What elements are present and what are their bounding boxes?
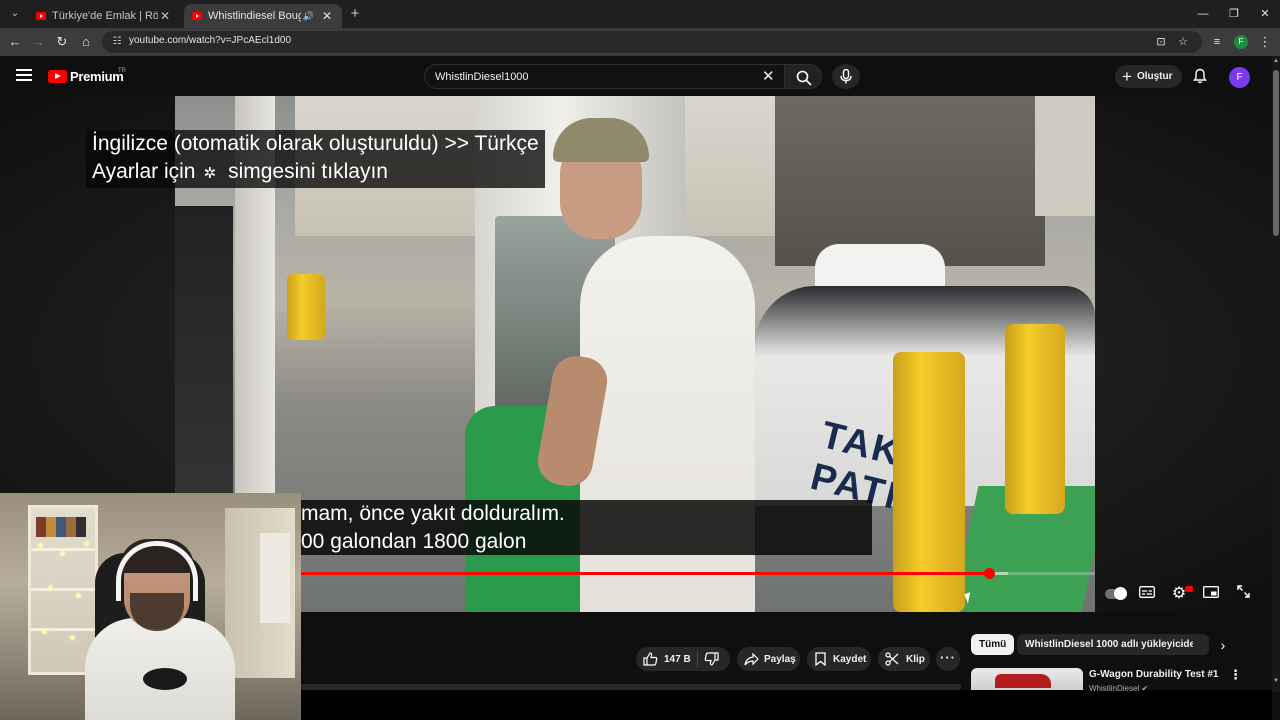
webcam-overlay — [0, 493, 301, 720]
bookmark-star-icon[interactable]: ☆ — [1176, 35, 1190, 49]
speaker-icon[interactable]: 🔊 — [303, 11, 314, 22]
bookmark-icon — [815, 652, 826, 666]
clear-search-icon[interactable]: ✕ — [762, 69, 775, 84]
save-button[interactable]: Kaydet — [807, 647, 871, 671]
close-tab-icon[interactable]: ✕ — [320, 9, 334, 23]
chip-partial[interactable] — [1193, 634, 1201, 655]
like-count: 147 B — [664, 653, 691, 665]
webcam-scene-fairy-light — [60, 551, 65, 556]
site-info-icon[interactable]: ☷ — [110, 35, 124, 49]
recommendation-channel[interactable]: WhistlinDiesel ✔ — [1089, 684, 1148, 693]
subtitles-cc-icon[interactable] — [1136, 585, 1158, 603]
notifications-bell-icon[interactable] — [1192, 68, 1208, 84]
progress-played — [301, 572, 989, 575]
new-tab-button[interactable]: + — [346, 5, 364, 23]
search-input[interactable]: WhistlinDiesel1000 ✕ — [424, 64, 784, 89]
webcam-scene-fairy-light — [76, 593, 81, 598]
thumbnail-red-car — [995, 674, 1051, 688]
plus-icon: + — [1122, 67, 1132, 86]
caption-settings-notice: İngilizce (otomatik olarak oluşturuldu) … — [86, 130, 545, 188]
youtube-favicon-icon — [192, 12, 202, 20]
recommendation-title[interactable]: G-Wagon Durability Test #1 — [1089, 669, 1218, 680]
video-scene-bollard — [1005, 324, 1065, 514]
fullscreen-icon[interactable] — [1232, 585, 1254, 603]
page-bottom-strip — [301, 690, 1272, 720]
chip-all[interactable]: Tümü — [971, 634, 1015, 655]
reload-icon[interactable]: ↻ — [53, 33, 71, 51]
media-control-icon[interactable]: ≡ — [1208, 33, 1226, 51]
microphone-icon — [840, 69, 852, 84]
subtitle-window: mam, önce yakıt dolduralım. 00 galondan … — [301, 500, 872, 555]
like-button[interactable]: 147 B — [636, 652, 691, 666]
share-button[interactable]: Paylaş — [737, 647, 800, 671]
minimize-button[interactable]: — — [1186, 0, 1220, 28]
more-actions-button[interactable]: ··· — [936, 647, 960, 671]
webcam-scene-shirt-logo — [143, 668, 187, 690]
webcam-scene-fairy-light — [42, 629, 47, 634]
search-button[interactable] — [784, 64, 822, 89]
verified-check-icon: ✔ — [1141, 684, 1149, 693]
recommendation-thumbnail[interactable] — [971, 668, 1083, 690]
search-value: WhistlinDiesel1000 — [435, 71, 529, 83]
hd-badge — [1185, 586, 1193, 592]
browser-menu-icon[interactable]: ⋮ — [1256, 33, 1274, 51]
youtube-favicon-icon — [36, 12, 46, 20]
subtitle-line: mam, önce yakıt dolduralım. — [301, 502, 565, 525]
browser-tab-2[interactable]: Whistlindiesel Bought ANOTHER 🔊 ✕ — [184, 4, 342, 28]
video-scene-building — [775, 96, 1045, 266]
search-icon — [796, 70, 812, 86]
clip-button[interactable]: Klip — [878, 647, 930, 671]
webcam-scene-fairy-light — [38, 543, 43, 548]
youtube-logo-icon — [48, 70, 67, 83]
share-arrow-icon — [744, 652, 759, 665]
install-app-icon[interactable]: ⊡ — [1154, 35, 1168, 49]
home-icon[interactable]: ⌂ — [77, 33, 95, 51]
dislike-button[interactable] — [704, 652, 719, 666]
create-button[interactable]: + Oluştur — [1115, 65, 1182, 88]
progress-scrubber[interactable] — [984, 568, 995, 579]
gear-icon: ✲ — [203, 165, 217, 182]
voice-search-button[interactable] — [832, 64, 860, 89]
back-arrow-icon[interactable]: ← — [6, 33, 24, 51]
webcam-scene-books — [36, 517, 86, 537]
address-bar[interactable]: ☷ youtube.com/watch?v=JPcAEcl1d00 ⊡ ☆ — [102, 31, 1202, 53]
recommendation-menu-icon[interactable]: ⋮ — [1229, 668, 1242, 682]
subtitle-line: 00 galondan 1800 galon — [301, 530, 527, 553]
divider — [696, 651, 698, 667]
scroll-down-arrow-icon[interactable]: ▼ — [1273, 678, 1279, 684]
thumbs-up-icon — [643, 652, 658, 666]
webcam-scene-fairy-light — [70, 635, 75, 640]
restore-button[interactable]: ❐ — [1217, 0, 1251, 28]
miniplayer-icon[interactable] — [1200, 585, 1222, 603]
scissors-icon — [885, 652, 899, 666]
account-avatar[interactable]: F — [1229, 67, 1250, 88]
browser-tab-strip: ⌄ Türkiye'de Emlak | Röportaj Adam ✕ Whi… — [0, 0, 1280, 28]
url-text: youtube.com/watch?v=JPcAEcl1d00 — [129, 35, 292, 46]
youtube-premium-logo[interactable]: Premium — [48, 69, 124, 84]
browser-toolbar: ← → ↻ ⌂ ☷ youtube.com/watch?v=JPcAEcl1d0… — [0, 28, 1280, 56]
forward-arrow-icon[interactable]: → — [29, 33, 47, 51]
scrollbar-thumb[interactable] — [1273, 70, 1279, 236]
close-tab-icon[interactable]: ✕ — [158, 9, 172, 23]
webcam-scene-fairy-light — [48, 585, 53, 590]
tab-title: Whistlindiesel Bought ANOTHER — [208, 10, 301, 22]
chevron-right-icon[interactable]: › — [1215, 636, 1231, 654]
region-code: TR — [118, 68, 126, 74]
tab-search-chevron-icon[interactable]: ⌄ — [6, 5, 24, 23]
scroll-up-arrow-icon[interactable]: ▲ — [1273, 58, 1279, 64]
thumbs-down-icon — [704, 652, 719, 666]
webcam-scene-fridge — [260, 533, 290, 623]
chip-from-uploader[interactable]: WhistlinDiesel 1000 adlı yükleyiciden — [1017, 634, 1210, 655]
close-window-button[interactable]: ✕ — [1248, 0, 1280, 28]
browser-profile-avatar[interactable]: F — [1234, 35, 1248, 49]
video-scene-bollard — [287, 274, 325, 340]
autoplay-toggle[interactable] — [1105, 587, 1127, 600]
like-dislike-group: 147 B — [636, 647, 730, 671]
webcam-scene-fairy-light — [84, 541, 89, 546]
menu-icon[interactable] — [16, 69, 32, 81]
video-scene-building-far — [1035, 96, 1095, 216]
browser-tab-1[interactable]: Türkiye'de Emlak | Röportaj Adam ✕ — [28, 4, 180, 28]
youtube-masthead: Premium TR WhistlinDiesel1000 ✕ + Oluştu… — [0, 56, 1272, 96]
tab-title: Türkiye'de Emlak | Röportaj Adam — [52, 10, 158, 22]
